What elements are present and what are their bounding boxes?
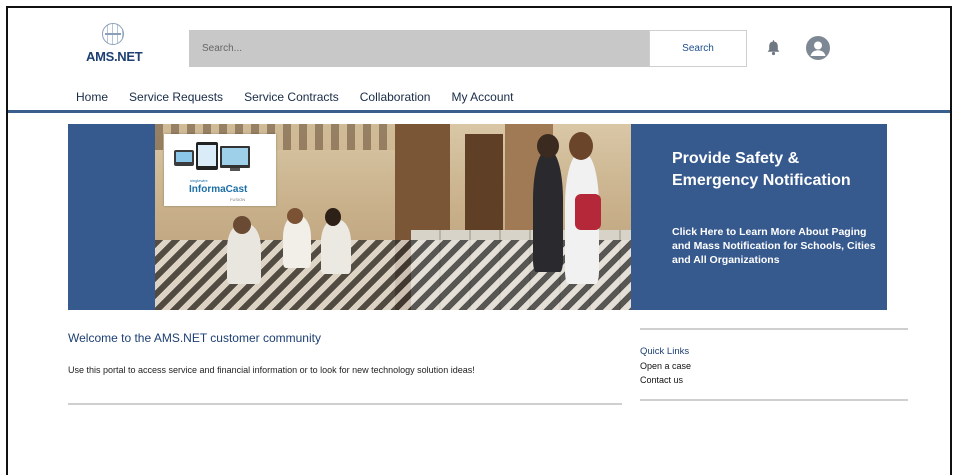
quick-links-divider-bottom (640, 399, 908, 401)
ams-logo[interactable]: AMS.NET (84, 23, 143, 67)
nav-my-account[interactable]: My Account (451, 90, 513, 104)
singlewire-text: singlewire (190, 178, 208, 183)
quick-link-open-case[interactable]: Open a case (640, 361, 691, 371)
main-nav: Home Service Requests Service Contracts … (76, 90, 535, 104)
nav-service-contracts[interactable]: Service Contracts (244, 90, 339, 104)
search-button[interactable]: Search (649, 30, 747, 67)
welcome-title: Welcome to the AMS.NET customer communit… (68, 331, 321, 345)
quick-links-title: Quick Links (640, 346, 690, 357)
bell-icon[interactable] (766, 40, 781, 56)
nav-home[interactable]: Home (76, 90, 108, 104)
banner-heading: Provide Safety & Emergency Notification (672, 150, 851, 189)
welcome-divider (68, 403, 622, 405)
user-avatar-icon[interactable] (806, 36, 830, 60)
quick-links-divider-top (640, 328, 908, 330)
fusion-text: FUSION (230, 197, 246, 202)
nav-divider (8, 110, 950, 113)
informacast-card: singlewire InformaCast FUSION (164, 134, 276, 206)
globe-icon (102, 23, 124, 45)
welcome-text: Use this portal to access service and fi… (68, 365, 475, 375)
search-input[interactable] (189, 30, 650, 67)
devices-icon (174, 142, 250, 171)
logo-text: AMS.NET (86, 49, 143, 64)
quick-link-contact-us[interactable]: Contact us (640, 375, 683, 385)
nav-service-requests[interactable]: Service Requests (129, 90, 223, 104)
promo-banner[interactable]: singlewire InformaCast FUSION Provide Sa… (68, 124, 887, 310)
nav-collaboration[interactable]: Collaboration (360, 90, 431, 104)
informacast-brand: InformaCast (189, 184, 248, 195)
banner-learn-more[interactable]: Click Here to Learn More About Paging an… (672, 225, 877, 267)
